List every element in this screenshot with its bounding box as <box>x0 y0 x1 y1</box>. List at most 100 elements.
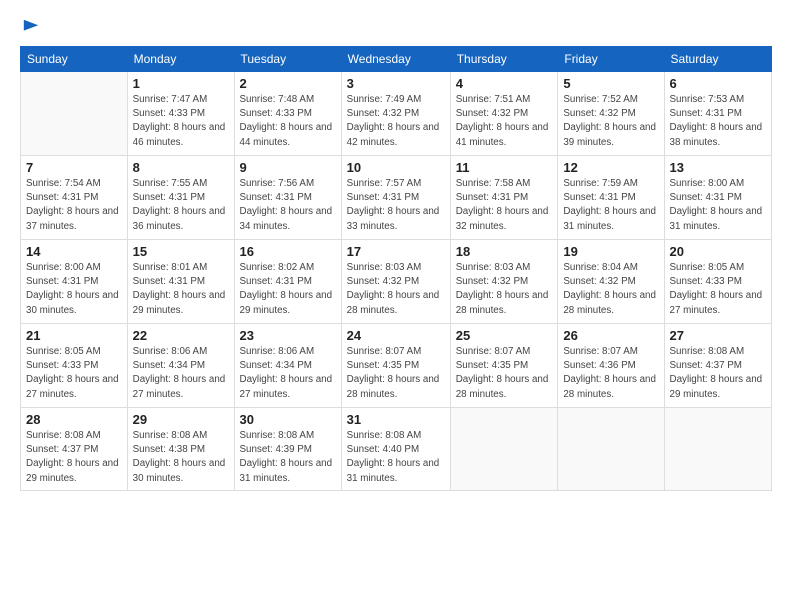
day-cell: 13 Sunrise: 8:00 AMSunset: 4:31 PMDayligh… <box>664 156 771 240</box>
day-cell: 26 Sunrise: 8:07 AMSunset: 4:36 PMDayligh… <box>558 324 664 408</box>
day-info: Sunrise: 8:07 AMSunset: 4:35 PMDaylight:… <box>347 345 445 402</box>
day-cell <box>664 408 771 491</box>
day-cell: 25 Sunrise: 8:07 AMSunset: 4:35 PMDayligh… <box>450 324 558 408</box>
day-number: 18 <box>456 244 553 259</box>
day-number: 13 <box>670 160 766 175</box>
day-number: 15 <box>133 244 229 259</box>
day-info: Sunrise: 7:55 AMSunset: 4:31 PMDaylight:… <box>133 177 229 234</box>
day-number: 29 <box>133 412 229 427</box>
day-info: Sunrise: 7:54 AMSunset: 4:31 PMDaylight:… <box>26 177 122 234</box>
header <box>20 16 772 36</box>
day-cell: 6 Sunrise: 7:53 AMSunset: 4:31 PMDaylight… <box>664 72 771 156</box>
weekday-header-row: SundayMondayTuesdayWednesdayThursdayFrid… <box>21 47 772 72</box>
day-number: 24 <box>347 328 445 343</box>
page: SundayMondayTuesdayWednesdayThursdayFrid… <box>0 0 792 612</box>
day-info: Sunrise: 8:07 AMSunset: 4:36 PMDaylight:… <box>563 345 658 402</box>
day-number: 16 <box>240 244 336 259</box>
day-info: Sunrise: 7:49 AMSunset: 4:32 PMDaylight:… <box>347 93 445 150</box>
day-info: Sunrise: 8:01 AMSunset: 4:31 PMDaylight:… <box>133 261 229 318</box>
day-number: 23 <box>240 328 336 343</box>
day-cell: 17 Sunrise: 8:03 AMSunset: 4:32 PMDayligh… <box>341 240 450 324</box>
weekday-header-friday: Friday <box>558 47 664 72</box>
day-number: 7 <box>26 160 122 175</box>
weekday-header-saturday: Saturday <box>664 47 771 72</box>
weekday-header-monday: Monday <box>127 47 234 72</box>
day-number: 12 <box>563 160 658 175</box>
day-cell: 20Sunrise: 8:05 AMSunset: 4:33 PMDayligh… <box>664 240 771 324</box>
day-number: 1 <box>133 76 229 91</box>
weekday-header-wednesday: Wednesday <box>341 47 450 72</box>
day-info: Sunrise: 7:48 AMSunset: 4:33 PMDaylight:… <box>240 93 336 150</box>
day-number: 9 <box>240 160 336 175</box>
day-info: Sunrise: 8:08 AMSunset: 4:38 PMDaylight:… <box>133 429 229 486</box>
day-number: 25 <box>456 328 553 343</box>
day-info: Sunrise: 8:07 AMSunset: 4:35 PMDaylight:… <box>456 345 553 402</box>
day-number: 2 <box>240 76 336 91</box>
week-row-1: 7 Sunrise: 7:54 AMSunset: 4:31 PMDaylight… <box>21 156 772 240</box>
weekday-header-thursday: Thursday <box>450 47 558 72</box>
day-cell: 8 Sunrise: 7:55 AMSunset: 4:31 PMDaylight… <box>127 156 234 240</box>
day-info: Sunrise: 7:51 AMSunset: 4:32 PMDaylight:… <box>456 93 553 150</box>
day-number: 8 <box>133 160 229 175</box>
day-cell: 19 Sunrise: 8:04 AMSunset: 4:32 PMDayligh… <box>558 240 664 324</box>
day-info: Sunrise: 8:03 AMSunset: 4:32 PMDaylight:… <box>347 261 445 318</box>
day-info: Sunrise: 8:08 AMSunset: 4:39 PMDaylight:… <box>240 429 336 486</box>
day-number: 3 <box>347 76 445 91</box>
day-number: 22 <box>133 328 229 343</box>
day-number: 17 <box>347 244 445 259</box>
day-cell: 29 Sunrise: 8:08 AMSunset: 4:38 PMDayligh… <box>127 408 234 491</box>
day-cell <box>558 408 664 491</box>
day-info: Sunrise: 8:04 AMSunset: 4:32 PMDaylight:… <box>563 261 658 318</box>
day-info: Sunrise: 8:00 AMSunset: 4:31 PMDaylight:… <box>670 177 766 234</box>
day-cell: 14Sunrise: 8:00 AMSunset: 4:31 PMDayligh… <box>21 240 128 324</box>
day-number: 26 <box>563 328 658 343</box>
day-number: 19 <box>563 244 658 259</box>
day-number: 30 <box>240 412 336 427</box>
day-info: Sunrise: 8:03 AMSunset: 4:32 PMDaylight:… <box>456 261 553 318</box>
day-number: 21 <box>26 328 122 343</box>
day-number: 31 <box>347 412 445 427</box>
day-cell: 2 Sunrise: 7:48 AMSunset: 4:33 PMDaylight… <box>234 72 341 156</box>
day-info: Sunrise: 7:53 AMSunset: 4:31 PMDaylight:… <box>670 93 766 150</box>
day-cell: 24 Sunrise: 8:07 AMSunset: 4:35 PMDayligh… <box>341 324 450 408</box>
day-cell: 12 Sunrise: 7:59 AMSunset: 4:31 PMDayligh… <box>558 156 664 240</box>
day-info: Sunrise: 7:57 AMSunset: 4:31 PMDaylight:… <box>347 177 445 234</box>
day-cell: 23 Sunrise: 8:06 AMSunset: 4:34 PMDayligh… <box>234 324 341 408</box>
day-info: Sunrise: 8:08 AMSunset: 4:37 PMDaylight:… <box>26 429 122 486</box>
day-number: 10 <box>347 160 445 175</box>
day-number: 27 <box>670 328 766 343</box>
day-cell <box>450 408 558 491</box>
day-number: 5 <box>563 76 658 91</box>
day-info: Sunrise: 8:00 AMSunset: 4:31 PMDaylight:… <box>26 261 122 318</box>
day-cell: 1 Sunrise: 7:47 AMSunset: 4:33 PMDaylight… <box>127 72 234 156</box>
day-cell: 16 Sunrise: 8:02 AMSunset: 4:31 PMDayligh… <box>234 240 341 324</box>
day-cell: 27 Sunrise: 8:08 AMSunset: 4:37 PMDayligh… <box>664 324 771 408</box>
day-cell: 9Sunrise: 7:56 AMSunset: 4:31 PMDaylight… <box>234 156 341 240</box>
day-info: Sunrise: 8:08 AMSunset: 4:37 PMDaylight:… <box>670 345 766 402</box>
day-cell <box>21 72 128 156</box>
day-cell: 28Sunrise: 8:08 AMSunset: 4:37 PMDayligh… <box>21 408 128 491</box>
day-info: Sunrise: 7:47 AMSunset: 4:33 PMDaylight:… <box>133 93 229 150</box>
week-row-0: 1 Sunrise: 7:47 AMSunset: 4:33 PMDaylight… <box>21 72 772 156</box>
day-cell: 18 Sunrise: 8:03 AMSunset: 4:32 PMDayligh… <box>450 240 558 324</box>
day-number: 11 <box>456 160 553 175</box>
day-number: 6 <box>670 76 766 91</box>
day-info: Sunrise: 8:05 AMSunset: 4:33 PMDaylight:… <box>26 345 122 402</box>
day-number: 20 <box>670 244 766 259</box>
day-cell: 15 Sunrise: 8:01 AMSunset: 4:31 PMDayligh… <box>127 240 234 324</box>
calendar-table: SundayMondayTuesdayWednesdayThursdayFrid… <box>20 46 772 491</box>
logo <box>20 16 40 36</box>
day-cell: 11Sunrise: 7:58 AMSunset: 4:31 PMDayligh… <box>450 156 558 240</box>
day-cell: 31 Sunrise: 8:08 AMSunset: 4:40 PMDayligh… <box>341 408 450 491</box>
week-row-2: 14Sunrise: 8:00 AMSunset: 4:31 PMDayligh… <box>21 240 772 324</box>
day-cell: 3 Sunrise: 7:49 AMSunset: 4:32 PMDaylight… <box>341 72 450 156</box>
day-cell: 5Sunrise: 7:52 AMSunset: 4:32 PMDaylight… <box>558 72 664 156</box>
day-info: Sunrise: 8:02 AMSunset: 4:31 PMDaylight:… <box>240 261 336 318</box>
week-row-3: 21 Sunrise: 8:05 AMSunset: 4:33 PMDayligh… <box>21 324 772 408</box>
day-cell: 21 Sunrise: 8:05 AMSunset: 4:33 PMDayligh… <box>21 324 128 408</box>
day-info: Sunrise: 8:08 AMSunset: 4:40 PMDaylight:… <box>347 429 445 486</box>
day-info: Sunrise: 8:06 AMSunset: 4:34 PMDaylight:… <box>240 345 336 402</box>
weekday-header-sunday: Sunday <box>21 47 128 72</box>
day-number: 4 <box>456 76 553 91</box>
day-info: Sunrise: 7:59 AMSunset: 4:31 PMDaylight:… <box>563 177 658 234</box>
